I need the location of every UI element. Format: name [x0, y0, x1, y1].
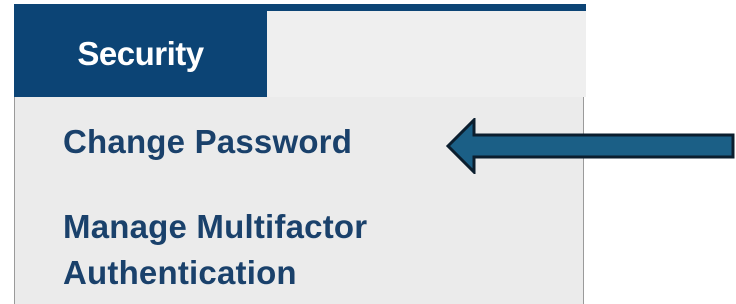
nav-top-strip	[14, 4, 586, 11]
tab-bar: Security	[14, 11, 586, 97]
menu-item-manage-mfa[interactable]: Manage Multifactor Authentication	[63, 204, 503, 296]
menu-item-change-password[interactable]: Change Password	[63, 119, 352, 165]
left-arrow-icon	[446, 118, 735, 174]
screenshot-stage: Security Change Password Manage Multifac…	[0, 0, 736, 304]
tab-security[interactable]: Security	[14, 11, 267, 97]
